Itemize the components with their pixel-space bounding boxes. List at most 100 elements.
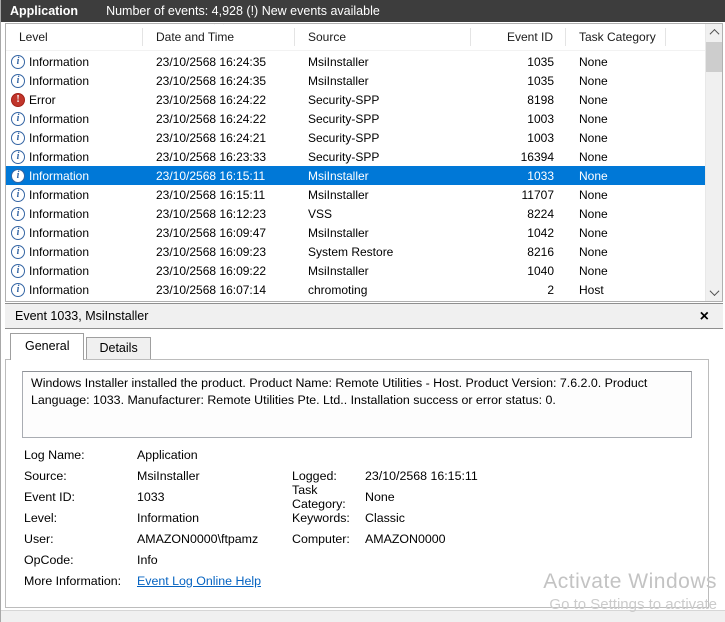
task-category-cell: None xyxy=(579,263,608,278)
level-cell: Information xyxy=(29,149,90,164)
table-row[interactable]: i Information 23/10/2568 16:24:35 MsiIns… xyxy=(6,71,705,90)
datetime-cell: 23/10/2568 16:24:35 xyxy=(156,73,267,88)
information-icon: i xyxy=(11,111,25,126)
computer-field-label: Computer: xyxy=(292,531,350,546)
source-cell: Security-SPP xyxy=(308,130,380,145)
logged-value: 23/10/2568 16:15:11 xyxy=(365,468,478,483)
close-icon[interactable]: × xyxy=(700,306,709,328)
table-row[interactable]: i Information 23/10/2568 16:15:11 MsiIns… xyxy=(6,185,705,204)
column-header-date-and-time[interactable]: Date and Time xyxy=(143,24,295,46)
scrollbar-thumb[interactable] xyxy=(706,42,722,72)
source-cell: Security-SPP xyxy=(308,111,380,126)
table-row[interactable]: i Information 23/10/2568 16:23:33 Securi… xyxy=(6,147,705,166)
column-header-source[interactable]: Source xyxy=(295,28,471,46)
field-row-level: Level: Information Keywords: Classic xyxy=(6,507,708,528)
chevron-up-icon xyxy=(213,24,224,29)
information-icon: i xyxy=(11,225,25,240)
tab-details[interactable]: Details xyxy=(86,337,151,359)
chevron-up-icon xyxy=(709,28,720,39)
datetime-cell: 23/10/2568 16:09:23 xyxy=(156,244,267,259)
table-row[interactable]: i Information 23/10/2568 16:09:22 MsiIns… xyxy=(6,261,705,280)
task-category-cell: None xyxy=(579,168,608,183)
table-row[interactable]: i Information 23/10/2568 16:07:14 chromo… xyxy=(6,280,705,299)
level-cell: Information xyxy=(29,168,90,183)
information-icon: i xyxy=(11,187,25,202)
level-cell: Information xyxy=(29,130,90,145)
event-table-header: Level Date and Time Source Event ID Task… xyxy=(6,24,722,51)
log-header-bar: Application Number of events: 4,928 (!) … xyxy=(1,0,725,22)
logged-field-label: Logged: xyxy=(292,468,337,483)
event-viewer-pane: Application Number of events: 4,928 (!) … xyxy=(0,0,725,622)
table-row[interactable]: i Information 23/10/2568 16:15:11 MsiIns… xyxy=(6,166,705,185)
source-field-label: Source: xyxy=(24,468,67,483)
column-header-task-category[interactable]: Task Category xyxy=(566,28,666,46)
event-id-cell: 8198 xyxy=(527,92,554,107)
event-id-cell: 1042 xyxy=(527,225,554,240)
level-cell: Information xyxy=(29,282,90,297)
level-cell: Information xyxy=(29,206,90,221)
table-row[interactable]: i Information 23/10/2568 16:24:22 Securi… xyxy=(6,109,705,128)
event-id-cell: 1040 xyxy=(527,263,554,278)
user-field-label: User: xyxy=(24,531,54,546)
event-id-cell: 1035 xyxy=(527,54,554,69)
table-row[interactable]: i Information 23/10/2568 16:24:21 Securi… xyxy=(6,128,705,147)
log-name-field-label: Log Name: xyxy=(24,447,85,462)
opcode-field-label: OpCode: xyxy=(24,552,74,567)
table-row[interactable]: i Information 23/10/2568 16:12:23 VSS 82… xyxy=(6,204,705,223)
task-category-cell: None xyxy=(579,130,608,145)
information-icon: i xyxy=(11,282,25,297)
information-icon: i xyxy=(11,149,25,164)
column-header-event-id[interactable]: Event ID xyxy=(471,28,566,46)
datetime-cell: 23/10/2568 16:24:35 xyxy=(156,54,267,69)
event-id-cell: 1035 xyxy=(527,73,554,88)
datetime-cell: 23/10/2568 16:23:33 xyxy=(156,149,267,164)
task-category-cell: None xyxy=(579,111,608,126)
bottom-strip xyxy=(1,610,725,622)
level-cell: Information xyxy=(29,263,90,278)
column-header-level[interactable]: Level xyxy=(6,28,143,46)
datetime-cell: 23/10/2568 16:07:14 xyxy=(156,282,267,297)
task-category-cell: Host xyxy=(579,282,604,297)
computer-value: AMAZON0000 xyxy=(365,531,446,546)
event-id-cell: 1003 xyxy=(527,111,554,126)
event-id-cell: 1033 xyxy=(527,168,554,183)
scroll-down-button[interactable] xyxy=(706,284,722,301)
table-row[interactable]: i Information 23/10/2568 16:09:23 System… xyxy=(6,242,705,261)
source-cell: Security-SPP xyxy=(308,149,380,164)
information-icon: i xyxy=(11,73,25,88)
table-row[interactable]: i Information 23/10/2568 16:24:35 MsiIns… xyxy=(6,52,705,71)
task-category-cell: None xyxy=(579,92,608,107)
column-header-label: Date and Time xyxy=(156,30,235,44)
source-cell: MsiInstaller xyxy=(308,263,369,278)
datetime-cell: 23/10/2568 16:24:22 xyxy=(156,111,267,126)
level-cell: Information xyxy=(29,54,90,69)
datetime-cell: 23/10/2568 16:15:11 xyxy=(156,187,266,202)
tab-general[interactable]: General xyxy=(10,333,85,360)
information-icon: i xyxy=(11,130,25,145)
source-value: MsiInstaller xyxy=(137,468,200,483)
field-row-log-name: Log Name: Application xyxy=(6,444,708,465)
opcode-value: Info xyxy=(137,552,158,567)
event-log-online-help-link[interactable]: Event Log Online Help xyxy=(137,574,261,588)
level-cell: Information xyxy=(29,187,90,202)
task-category-value: None xyxy=(365,489,395,504)
event-id-cell: 2 xyxy=(547,282,554,297)
log-name-value: Application xyxy=(137,447,198,462)
field-row-more-information: More Information: Event Log Online Help xyxy=(6,570,708,591)
vertical-scrollbar[interactable] xyxy=(705,24,722,301)
datetime-cell: 23/10/2568 16:15:11 xyxy=(156,168,266,183)
source-cell: MsiInstaller xyxy=(308,225,369,240)
chevron-down-icon xyxy=(709,286,720,297)
source-cell: VSS xyxy=(308,206,333,221)
task-category-cell: None xyxy=(579,225,608,240)
source-cell: Security-SPP xyxy=(308,92,380,107)
more-information-field-label: More Information: xyxy=(24,573,122,588)
table-row[interactable]: i Information 23/10/2568 16:09:47 MsiIns… xyxy=(6,223,705,242)
task-category-cell: None xyxy=(579,244,608,259)
table-row[interactable]: ! Error 23/10/2568 16:24:22 Security-SPP… xyxy=(6,90,705,109)
field-row-user: User: AMAZON0000\ftpamz Computer: AMAZON… xyxy=(6,528,708,549)
log-name-label: Application xyxy=(10,4,79,18)
source-cell: MsiInstaller xyxy=(308,168,369,183)
scroll-up-button[interactable] xyxy=(706,24,722,41)
source-cell: MsiInstaller xyxy=(308,73,369,88)
